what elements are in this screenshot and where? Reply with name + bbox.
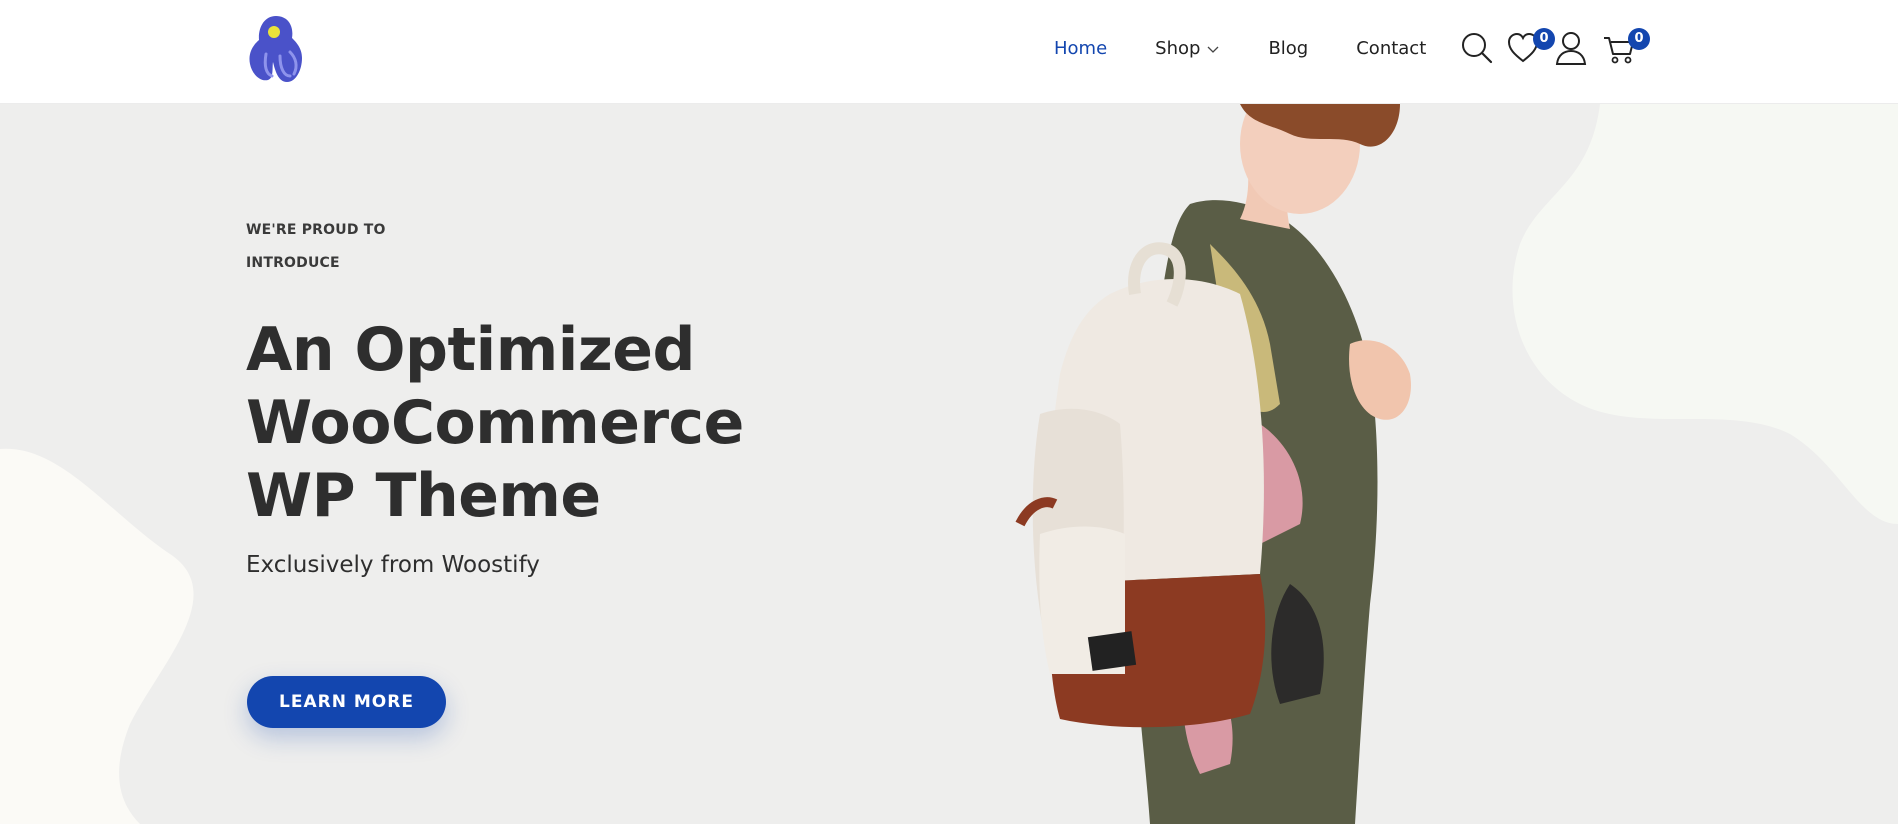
nav-shop-link[interactable]: Shop [1155, 38, 1220, 59]
learn-more-button[interactable]: LEARN MORE [247, 676, 446, 728]
user-icon[interactable] [1554, 30, 1588, 66]
hero-model-photo [1015, 104, 1411, 824]
hero-headline: An Optimized WooCommerce WP Theme [246, 314, 806, 533]
eyebrow-line-1: WE'RE PROUD TO [246, 222, 386, 238]
eyebrow-line-2: INTRODUCE [246, 255, 340, 271]
site-logo[interactable] [246, 14, 306, 86]
wishlist-count-badge: 0 [1533, 28, 1555, 50]
hero-subtitle: Exclusively from Woostify [246, 552, 540, 578]
hero-eyebrow: WE'RE PROUD TO INTRODUCE [246, 214, 426, 280]
nav-home-link[interactable]: Home [1054, 38, 1107, 59]
logo-mark-icon [249, 16, 302, 82]
search-icon[interactable] [1460, 30, 1494, 66]
site-header: Home Shop Blog Contact 0 0 [0, 0, 1898, 104]
hero-banner: WE'RE PROUD TO INTRODUCE An Optimized Wo… [0, 104, 1898, 824]
headline-line-1: An Optimized [246, 315, 695, 385]
headline-line-2: WooCommerce [246, 388, 744, 458]
cart-count-badge: 0 [1628, 28, 1650, 50]
nav-contact-link[interactable]: Contact [1356, 38, 1426, 59]
headline-line-3: WP Theme [246, 461, 601, 531]
nav-blog-link[interactable]: Blog [1268, 38, 1308, 59]
nav-shop-label: Shop [1155, 38, 1201, 59]
header-icons: 0 0 [1460, 28, 1660, 70]
main-nav: Home Shop Blog Contact [1054, 38, 1426, 59]
chevron-down-icon [1207, 46, 1219, 53]
